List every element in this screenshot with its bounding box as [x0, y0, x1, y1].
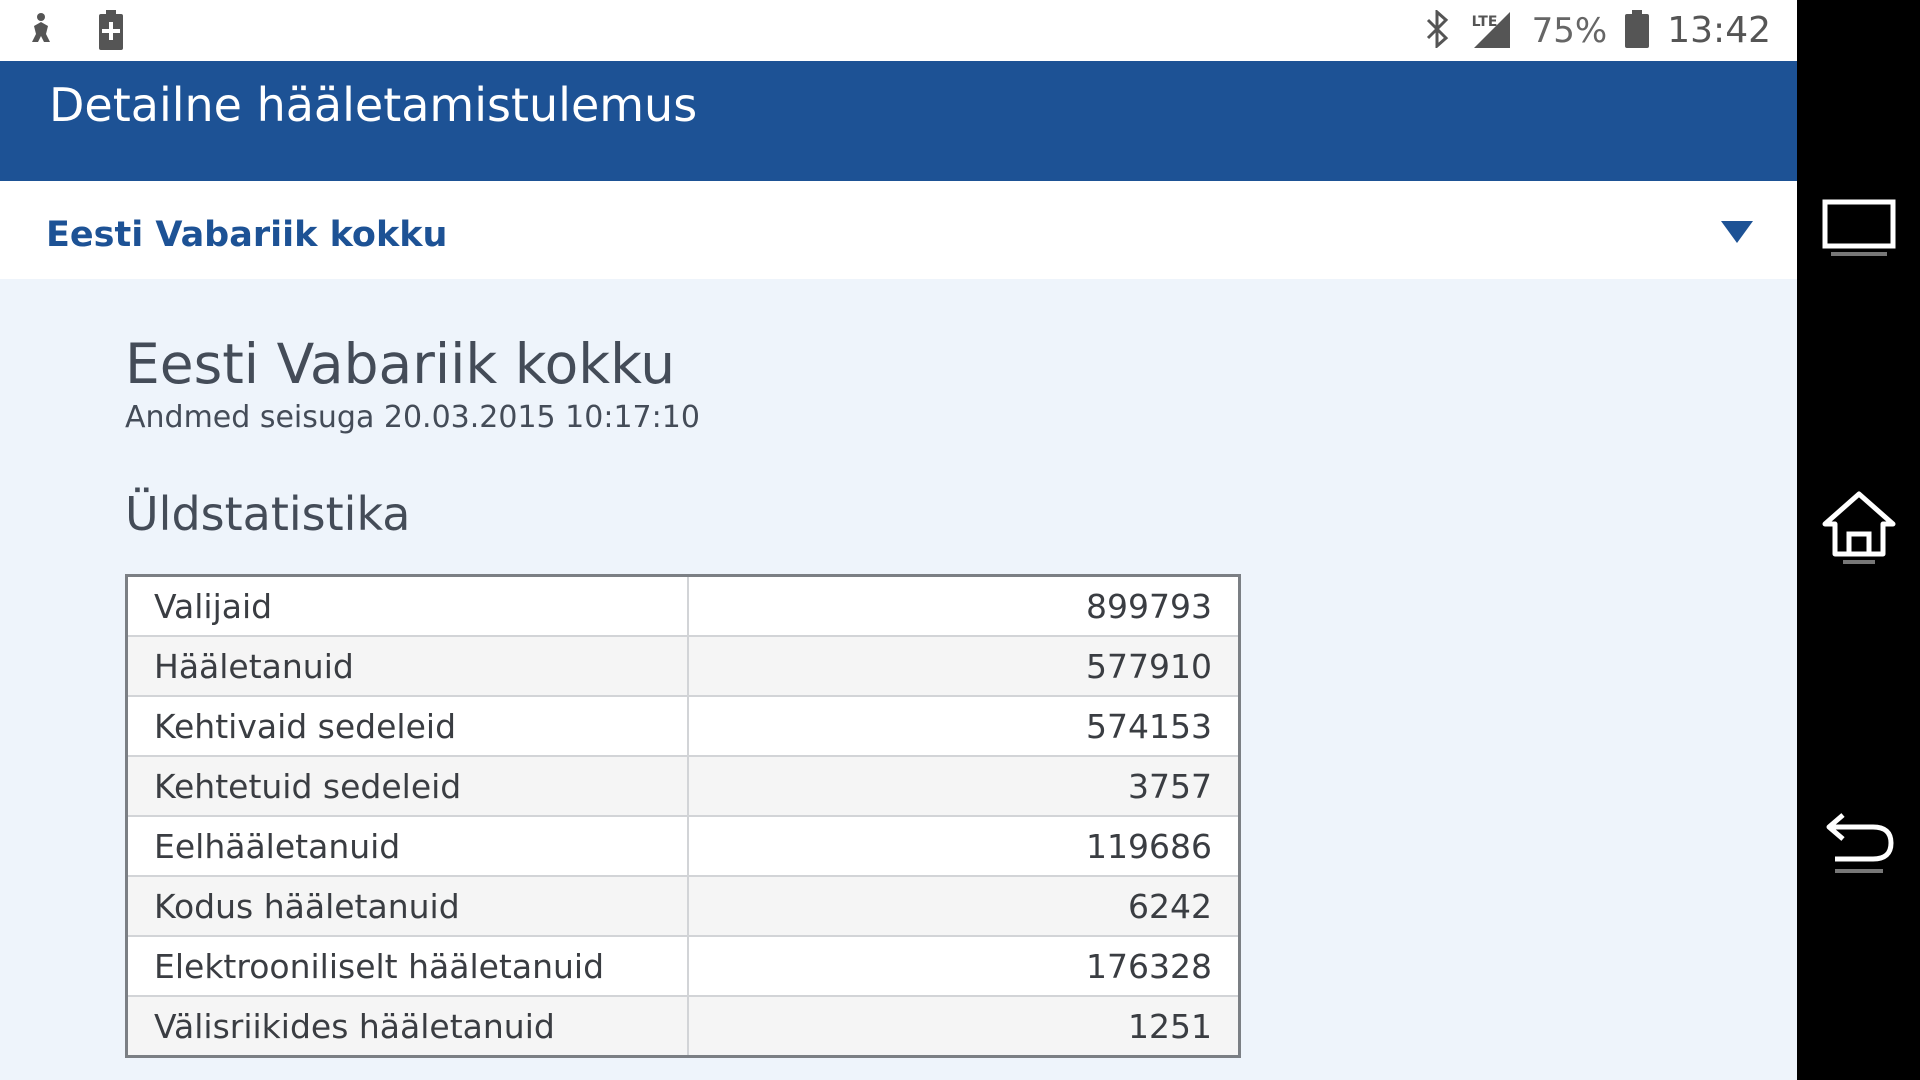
home-button[interactable]	[1821, 490, 1897, 570]
navigation-bar	[1797, 0, 1920, 1080]
signal-icon: LTE	[1470, 8, 1514, 54]
clock: 13:42	[1667, 10, 1771, 51]
row-label: Kehtetuid sedeleid	[125, 755, 689, 817]
table-row: Valijaid 899793	[125, 574, 1241, 637]
bluetooth-icon	[1422, 8, 1452, 52]
table-row: Eelhääletanuid 119686	[125, 815, 1241, 877]
row-value: 6242	[687, 875, 1241, 937]
network-type: LTE	[1471, 13, 1498, 30]
region-dropdown-label: Eesti Vabariik kokku	[46, 215, 448, 255]
region-dropdown[interactable]: Eesti Vabariik kokku	[0, 181, 1797, 279]
row-value: 119686	[687, 815, 1241, 877]
recent-apps-button[interactable]	[1821, 190, 1897, 270]
row-label: Kodus hääletanuid	[125, 875, 689, 937]
statistics-table: Valijaid 899793 Hääletanuid 577910 Kehti…	[125, 574, 1241, 1058]
row-value: 3757	[687, 755, 1241, 817]
status-bar: LTE 75% 13:42	[0, 0, 1797, 61]
table-row: Hääletanuid 577910	[125, 635, 1241, 697]
battery-charging-icon	[98, 10, 124, 54]
row-label: Hääletanuid	[125, 635, 689, 697]
table-row: Elektrooniliselt hääletanuid 176328	[125, 935, 1241, 997]
row-value: 1251	[687, 995, 1241, 1058]
region-title: Eesti Vabariik kokku	[125, 332, 676, 396]
back-icon	[1821, 805, 1897, 885]
section-title: Üldstatistika	[125, 487, 411, 541]
table-row: Kodus hääletanuid 6242	[125, 875, 1241, 937]
row-value: 899793	[687, 574, 1241, 637]
usb-debug-icon	[26, 12, 56, 52]
app-screen: LTE 75% 13:42 Detailne hääletamistulemus…	[0, 0, 1797, 1080]
row-label: Elektrooniliselt hääletanuid	[125, 935, 689, 997]
row-label: Valijaid	[125, 574, 689, 637]
results-content: Eesti Vabariik kokku Andmed seisuga 20.0…	[125, 279, 1425, 1058]
row-value: 574153	[687, 695, 1241, 757]
updated-timestamp: Andmed seisuga 20.03.2015 10:17:10	[125, 400, 700, 435]
home-icon	[1821, 488, 1897, 572]
row-value: 577910	[687, 635, 1241, 697]
row-label: Välisriikides hääletanuid	[125, 995, 689, 1058]
battery-icon	[1625, 9, 1650, 52]
recent-apps-icon	[1821, 190, 1897, 270]
battery-percent: 75%	[1531, 10, 1608, 51]
row-label: Eelhääletanuid	[125, 815, 689, 877]
back-button[interactable]	[1821, 805, 1897, 885]
caret-down-icon	[1721, 221, 1753, 247]
table-row: Kehtetuid sedeleid 3757	[125, 755, 1241, 817]
app-bar: Detailne hääletamistulemus	[0, 61, 1797, 181]
table-row: Kehtivaid sedeleid 574153	[125, 695, 1241, 757]
row-label: Kehtivaid sedeleid	[125, 695, 689, 757]
row-value: 176328	[687, 935, 1241, 997]
page-title: Detailne hääletamistulemus	[49, 78, 698, 132]
table-row: Välisriikides hääletanuid 1251	[125, 995, 1241, 1058]
